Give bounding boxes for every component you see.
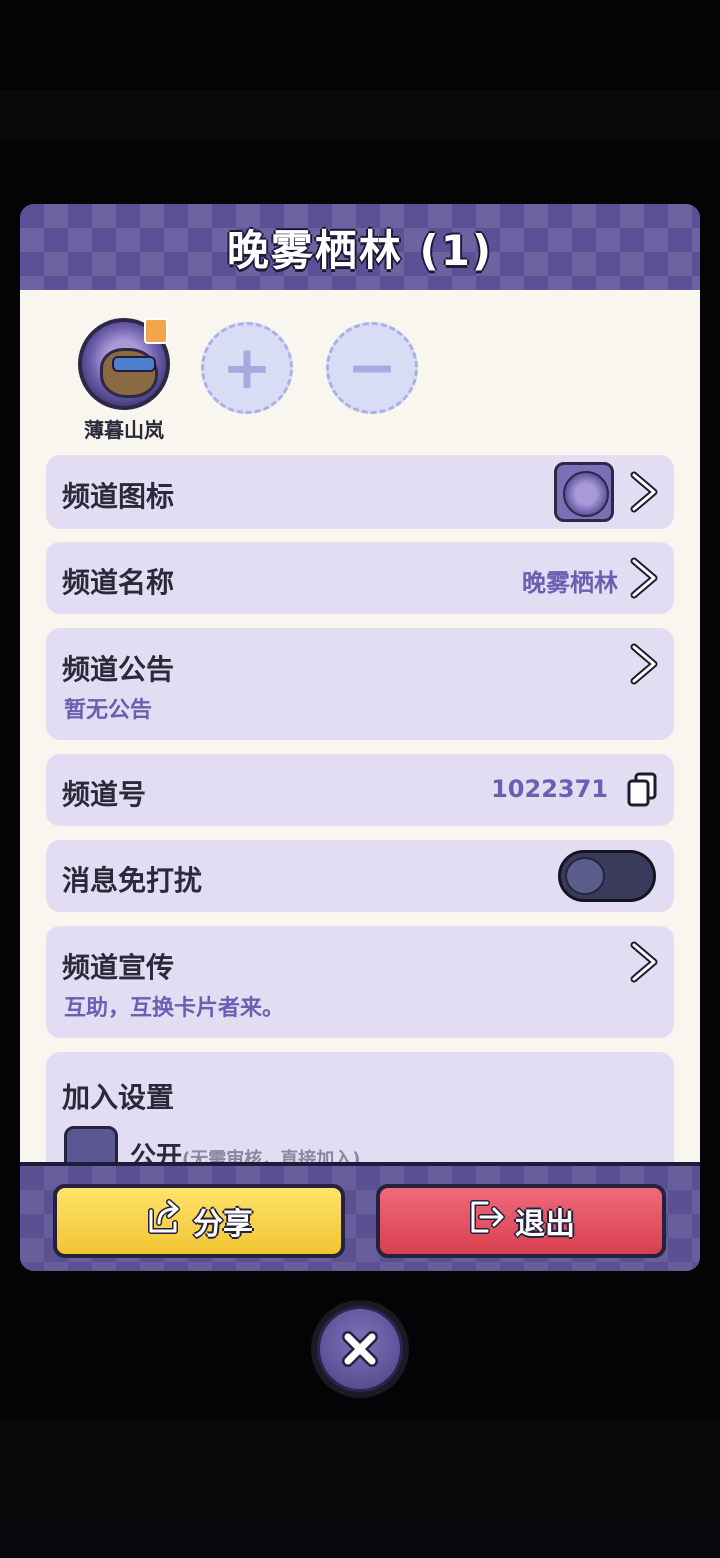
chevron-right-icon [626, 643, 660, 685]
add-member-button[interactable]: + [201, 322, 293, 414]
chevron-right-icon [626, 557, 660, 599]
join-settings-row: 加入设置 公开(无需审核，直接加入) [46, 1052, 674, 1162]
toggle-knob [565, 857, 605, 895]
mute-row: 消息免打扰 [46, 840, 674, 912]
exit-button[interactable]: 退出 [376, 1184, 666, 1258]
exit-icon [467, 1197, 507, 1245]
copy-icon[interactable] [626, 772, 658, 808]
row-label: 频道图标 [62, 480, 175, 513]
member-name: 薄暮山岚 [84, 418, 164, 442]
row-label: 频道名称 [62, 566, 175, 599]
dialog-body: 薄暮山岚 + − 频道图标 频道名称 晚雾栖林 频道公告 暂无公告 频道号 10… [20, 290, 700, 1162]
remove-member-button[interactable]: − [326, 322, 418, 414]
exit-label: 退出 [515, 1207, 575, 1242]
share-label: 分享 [193, 1207, 253, 1242]
option-label: 公开 [130, 1142, 183, 1162]
avatar [78, 318, 170, 410]
dialog-header: 晚雾栖林 (1) [20, 204, 700, 290]
share-icon [145, 1197, 185, 1245]
dialog-footer: 分享 退出 [20, 1162, 700, 1271]
channel-id-row: 频道号 1022371 [46, 754, 674, 826]
member-owner[interactable]: 薄暮山岚 [72, 318, 176, 443]
row-label: 频道宣传 [62, 951, 175, 984]
close-icon [317, 1306, 403, 1392]
channel-name-value: 晚雾栖林 [522, 569, 618, 597]
channel-settings-dialog: 晚雾栖林 (1) 薄暮山岚 + − 频道图标 频道名称 晚雾栖林 频道公告 暂无… [20, 204, 700, 1271]
channel-notice-row[interactable]: 频道公告 暂无公告 [46, 628, 674, 740]
notice-text: 暂无公告 [64, 698, 153, 723]
row-label: 加入设置 [62, 1081, 175, 1114]
row-label: 消息免打扰 [62, 864, 203, 897]
dialog-title: 晚雾栖林 (1) [226, 225, 494, 275]
public-checkbox[interactable] [64, 1126, 118, 1162]
close-button[interactable] [311, 1300, 409, 1398]
option-hint: (无需审核，直接加入) [182, 1149, 361, 1162]
chevron-right-icon [626, 941, 660, 983]
public-option-label: 公开(无需审核，直接加入) [130, 1136, 360, 1162]
chevron-right-icon [626, 471, 660, 513]
avatar-visor [112, 356, 156, 372]
channel-icon-preview [554, 462, 614, 522]
members-section: 薄暮山岚 + − [20, 290, 700, 450]
mute-toggle[interactable] [558, 850, 656, 902]
owner-badge-icon [144, 318, 168, 344]
channel-promo-row[interactable]: 频道宣传 互助，互换卡片者来。 [46, 926, 674, 1038]
channel-name-row[interactable]: 频道名称 晚雾栖林 [46, 542, 674, 614]
promo-text: 互助，互换卡片者来。 [64, 996, 285, 1021]
share-button[interactable]: 分享 [53, 1184, 345, 1258]
channel-icon-row[interactable]: 频道图标 [46, 455, 674, 529]
row-label: 频道号 [62, 778, 147, 811]
channel-id-value: 1022371 [491, 775, 608, 803]
row-label: 频道公告 [62, 653, 175, 686]
